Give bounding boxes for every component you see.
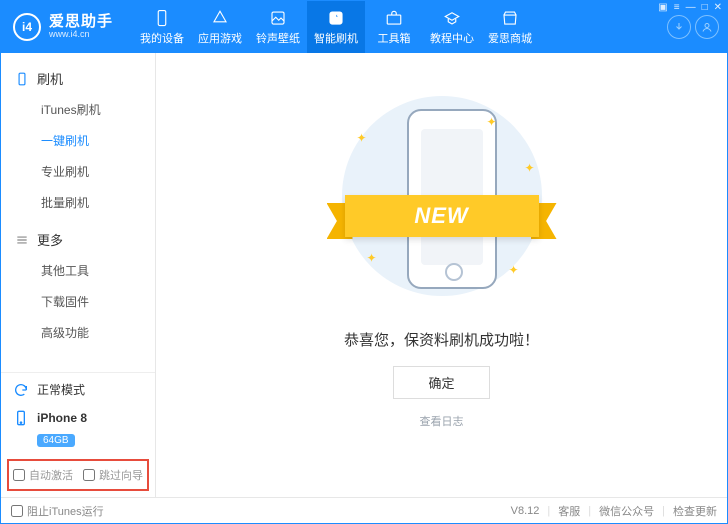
checkbox-label: 自动激活	[29, 467, 73, 483]
top-tabs: 我的设备 应用游戏 铃声壁纸 智能刷机 工具箱 教程中心	[133, 1, 539, 53]
section-title: 更多	[37, 230, 63, 249]
checkbox-label: 跳过向导	[99, 467, 143, 483]
main-content: ✦✦✦✦✦ NEW 恭喜您，保资料刷机成功啦！ 确定 查看日志	[156, 53, 727, 497]
checkbox-label: 阻止iTunes运行	[27, 503, 104, 519]
sidebar-section-more: 更多	[1, 224, 155, 255]
kefu-link[interactable]: 客服	[558, 503, 580, 519]
success-illustration: ✦✦✦✦✦ NEW	[327, 91, 557, 311]
version-label: V8.12	[511, 505, 540, 517]
tutorial-icon	[443, 9, 461, 27]
tab-label: 爱思商城	[488, 30, 532, 46]
status-bar: 阻止iTunes运行 V8.12 | 客服 | 微信公众号 | 检查更新	[1, 497, 727, 523]
sidebar-item-other-tools[interactable]: 其他工具	[1, 255, 155, 286]
shop-icon	[501, 9, 519, 27]
check-update-link[interactable]: 检查更新	[673, 503, 717, 519]
maximize-icon[interactable]: □	[702, 2, 708, 13]
refresh-icon	[13, 382, 29, 398]
apps-icon	[211, 9, 229, 27]
ok-button[interactable]: 确定	[393, 366, 489, 399]
more-icon	[15, 233, 29, 247]
menu-icon[interactable]: ≡	[674, 2, 680, 13]
sidebar-item-itunes-flash[interactable]: iTunes刷机	[1, 94, 155, 125]
app-brand: 爱思助手	[49, 14, 113, 31]
tab-ringtones[interactable]: 铃声壁纸	[249, 1, 307, 53]
section-title: 刷机	[37, 69, 63, 88]
account-button[interactable]	[695, 15, 719, 39]
tab-apps-games[interactable]: 应用游戏	[191, 1, 249, 53]
flash-icon	[327, 9, 345, 27]
download-button[interactable]	[667, 15, 691, 39]
tab-label: 智能刷机	[314, 30, 358, 46]
skin-icon[interactable]: ▣	[658, 2, 667, 13]
tab-my-device[interactable]: 我的设备	[133, 1, 191, 53]
app-url: www.i4.cn	[49, 30, 113, 40]
sidebar-section-flash: 刷机	[1, 63, 155, 94]
close-icon[interactable]: ✕	[714, 2, 722, 13]
tab-label: 我的设备	[140, 30, 184, 46]
tab-shop[interactable]: 爱思商城	[481, 1, 539, 53]
window-controls: ▣ ≡ — □ ✕	[658, 2, 722, 13]
device-mode[interactable]: 正常模式	[1, 373, 155, 406]
ribbon-text: NEW	[345, 195, 539, 237]
mode-label: 正常模式	[37, 381, 85, 398]
app-logo: i4 爱思助手 www.i4.cn	[13, 13, 125, 41]
success-message: 恭喜您，保资料刷机成功啦！	[344, 329, 539, 350]
tab-label: 铃声壁纸	[256, 30, 300, 46]
tab-toolbox[interactable]: 工具箱	[365, 1, 423, 53]
device-icon	[153, 9, 171, 27]
options-highlight-box: 自动激活 跳过向导	[7, 459, 149, 491]
tab-label: 工具箱	[378, 30, 411, 46]
view-log-link[interactable]: 查看日志	[420, 413, 464, 429]
sidebar-item-pro-flash[interactable]: 专业刷机	[1, 156, 155, 187]
sidebar-item-oneclick-flash[interactable]: 一键刷机	[1, 125, 155, 156]
minimize-icon[interactable]: —	[686, 2, 696, 13]
tab-label: 应用游戏	[198, 30, 242, 46]
device-row[interactable]: iPhone 8	[1, 406, 155, 432]
logo-icon: i4	[13, 13, 41, 41]
title-bar: ▣ ≡ — □ ✕ i4 爱思助手 www.i4.cn 我的设备 应用游戏	[1, 1, 727, 53]
checkbox-skip-wizard[interactable]: 跳过向导	[83, 467, 143, 483]
sidebar-item-batch-flash[interactable]: 批量刷机	[1, 187, 155, 218]
checkbox-auto-activate[interactable]: 自动激活	[13, 467, 73, 483]
phone-icon	[15, 72, 29, 86]
sidebar-item-download-firmware[interactable]: 下载固件	[1, 286, 155, 317]
sidebar-item-advanced[interactable]: 高级功能	[1, 317, 155, 348]
toolbox-icon	[385, 9, 403, 27]
wechat-link[interactable]: 微信公众号	[599, 503, 654, 519]
tab-label: 教程中心	[430, 30, 474, 46]
device-phone-icon	[13, 410, 29, 426]
device-name: iPhone 8	[37, 411, 87, 425]
device-capacity-badge: 64GB	[37, 434, 75, 447]
tab-smart-flash[interactable]: 智能刷机	[307, 1, 365, 53]
tab-tutorials[interactable]: 教程中心	[423, 1, 481, 53]
checkbox-block-itunes[interactable]: 阻止iTunes运行	[11, 503, 104, 519]
sidebar: 刷机 iTunes刷机 一键刷机 专业刷机 批量刷机 更多 其他工具 下载固件 …	[1, 53, 156, 497]
wallpaper-icon	[269, 9, 287, 27]
